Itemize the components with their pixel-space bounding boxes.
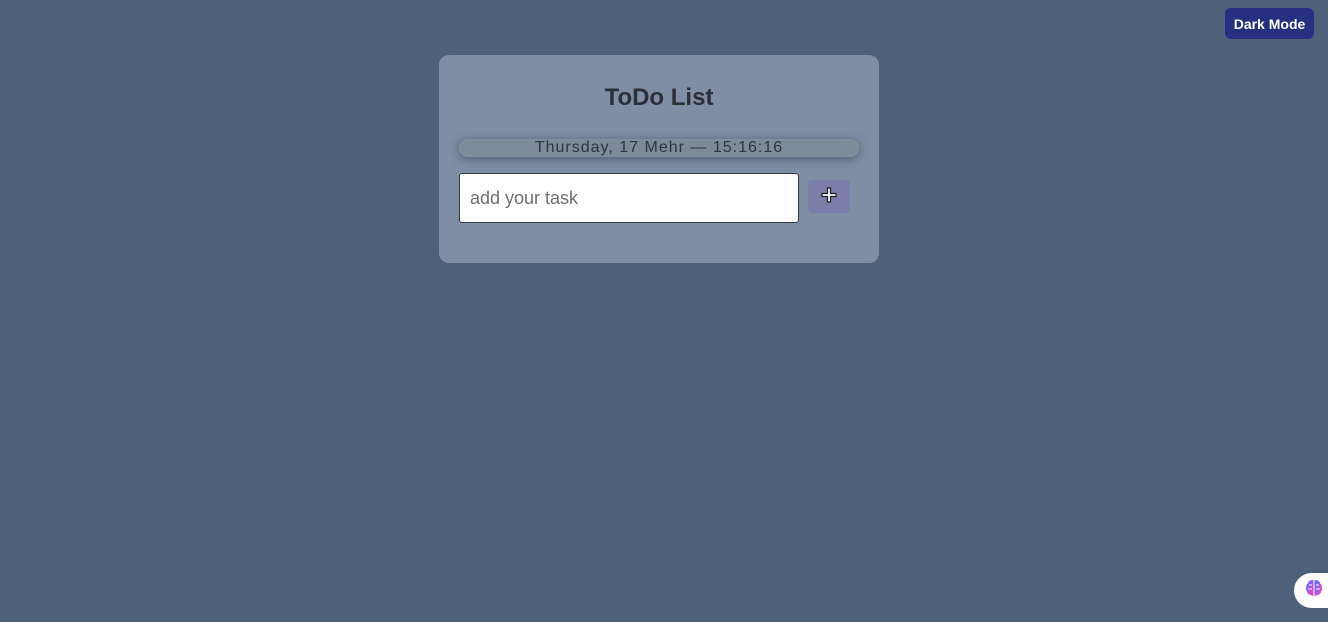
- page: Dark Mode ToDo List Thursday, 17 Mehr — …: [0, 0, 1328, 622]
- add-task-button[interactable]: [808, 180, 850, 213]
- date-time-display: Thursday, 17 Mehr — 15:16:16: [459, 139, 859, 157]
- plus-icon: [820, 186, 838, 207]
- task-input[interactable]: [459, 173, 799, 223]
- assistant-widget[interactable]: [1294, 573, 1328, 608]
- dark-mode-button[interactable]: Dark Mode: [1225, 8, 1314, 39]
- page-title: ToDo List: [604, 84, 714, 111]
- brain-icon: [1304, 578, 1324, 603]
- todo-card: ToDo List Thursday, 17 Mehr — 15:16:16: [439, 55, 879, 263]
